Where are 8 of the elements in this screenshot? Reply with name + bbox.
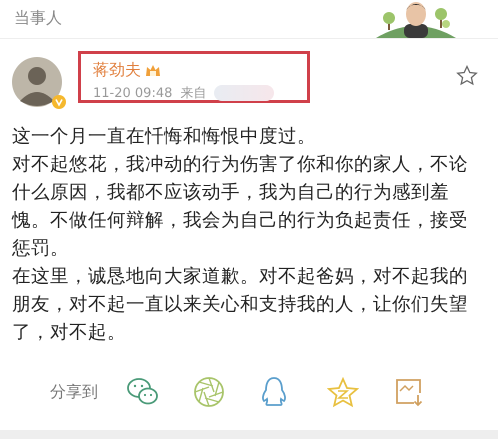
source-label: 来自 — [180, 85, 206, 102]
author-name[interactable]: 蒋劲夫 — [93, 60, 141, 81]
section-title: 当事人 — [14, 8, 62, 29]
post-text: 对不起悠花，我冲动的行为伤害了你和你的家人，不论什么原因，我都不应该动手，我为自己的行为感到羞愧。不做任何辩解，我会为自己的行为负起责任，接受惩罚。 — [12, 153, 469, 261]
share-label: 分享到 — [50, 382, 98, 402]
post-text: 在这里，诚恳地向大家道歉。对不起爸妈，对不起我的朋友，对不起一直以来关心和支持我的人，让你们失望了，对不起。 — [12, 265, 469, 345]
post-text: 这一个月一直在忏悔和悔恨中度过。 — [12, 125, 317, 149]
post-time: 11-20 09:48 — [93, 86, 172, 100]
